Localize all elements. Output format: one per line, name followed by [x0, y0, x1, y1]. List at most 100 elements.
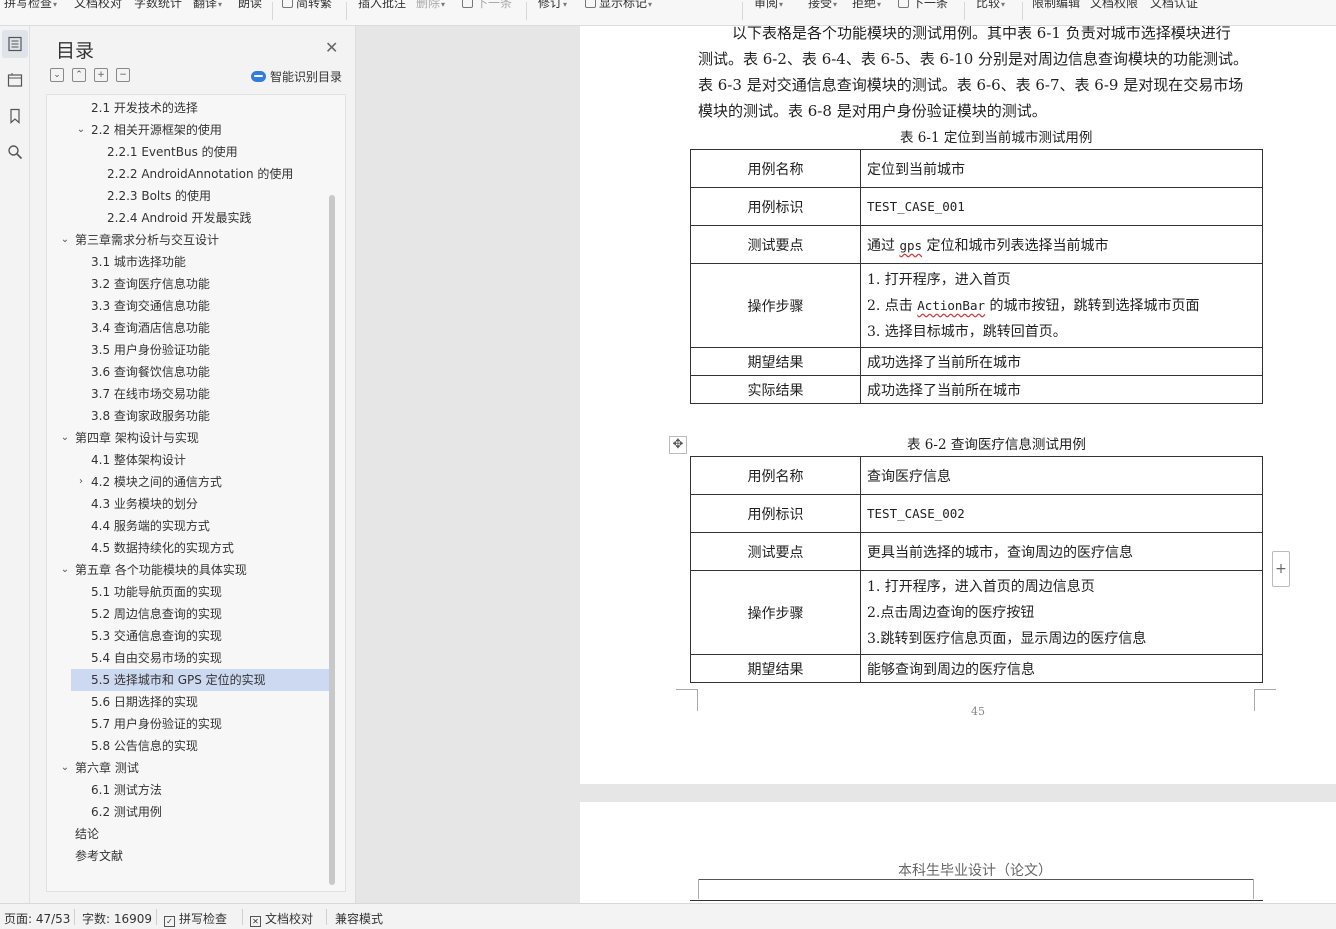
toc-item[interactable]: 5.1 功能导航页面的实现: [47, 581, 329, 603]
toc-item[interactable]: 5.3 交通信息查询的实现: [47, 625, 329, 647]
chevron-down-icon[interactable]: ⌄: [59, 757, 71, 779]
toc-item[interactable]: 5.8 公告信息的实现: [47, 735, 329, 757]
word-count-button[interactable]: 字数统计: [134, 0, 182, 11]
toc-item[interactable]: 2.1 开发技术的选择: [47, 97, 329, 119]
toc-item-label: 2.2.3 Bolts 的使用: [107, 189, 212, 203]
table-row: 用例名称 查询医疗信息: [690, 456, 1263, 495]
toc-item[interactable]: 5.7 用户身份验证的实现: [47, 713, 329, 735]
toc-scrollbar[interactable]: [329, 195, 335, 885]
navigation-panel-button[interactable]: [2, 66, 28, 94]
proofread-toggle[interactable]: ✕ 文档校对: [250, 910, 313, 927]
chevron-down-icon[interactable]: ⌄: [59, 427, 71, 449]
toc-item[interactable]: 参考文献: [47, 845, 329, 867]
toc-item-label: 第五章 各个功能模块的具体实现: [75, 563, 247, 577]
toc-item-label: 4.4 服务端的实现方式: [91, 519, 210, 533]
close-icon[interactable]: ✕: [325, 40, 338, 56]
checkbox-icon: ✓: [164, 916, 175, 927]
table-row: 实际结果 成功选择了当前所在城市: [690, 375, 1263, 404]
toc-item[interactable]: 4.3 业务模块的划分: [47, 493, 329, 515]
table-key-cell: 期望结果: [690, 347, 861, 376]
show-markup-button[interactable]: 显示标记▾: [585, 0, 652, 11]
toc-item[interactable]: 5.4 自由交易市场的实现: [47, 647, 329, 669]
body-paragraph-line: 表 6-3 是对交通信息查询模块的测试。表 6-6、表 6-7、表 6-9 是对…: [698, 76, 1244, 94]
toc-item[interactable]: ⌄ 第四章 架构设计与实现: [47, 427, 329, 449]
accept-button[interactable]: 接受▾: [808, 0, 837, 11]
markup-icon: [585, 0, 596, 8]
toc-item[interactable]: 3.4 查询酒店信息功能: [47, 317, 329, 339]
toc-item[interactable]: ⌄ 第三章需求分析与交互设计: [47, 229, 329, 251]
toc-item[interactable]: 2.2.2 AndroidAnnotation 的使用: [47, 163, 329, 185]
toc-item[interactable]: 结论: [47, 823, 329, 845]
document-permission-button[interactable]: 文档权限: [1090, 0, 1138, 11]
remove-heading-icon[interactable]: −: [116, 68, 130, 82]
toc-item-label: 6.2 测试用例: [91, 805, 162, 819]
smart-toc-button[interactable]: 智能识别目录: [251, 68, 342, 85]
chevron-down-icon[interactable]: ⌄: [75, 119, 87, 141]
page-corner-mark: [1253, 879, 1254, 899]
translate-button[interactable]: 翻译▾: [193, 0, 222, 11]
next-comment-button[interactable]: 下一条: [462, 0, 512, 11]
document-auth-button[interactable]: 文档认证: [1150, 0, 1198, 11]
restrict-editing-button[interactable]: 限制编辑: [1032, 0, 1080, 11]
insert-comment-button[interactable]: 插入批注: [358, 0, 406, 11]
chevron-down-icon[interactable]: ⌄: [59, 229, 71, 251]
toc-item[interactable]: 4.4 服务端的实现方式: [47, 515, 329, 537]
toc-title: 目录: [56, 40, 95, 62]
search-panel-button[interactable]: [2, 138, 28, 166]
track-changes-button[interactable]: 修订▾: [538, 0, 567, 11]
toc-item[interactable]: 4.1 整体架构设计: [47, 449, 329, 471]
toc-item[interactable]: 3.3 查询交通信息功能: [47, 295, 329, 317]
delete-comment-button[interactable]: 删除▾: [416, 0, 445, 11]
table-move-handle[interactable]: ✥: [669, 436, 687, 454]
toc-item[interactable]: ⌄ 第五章 各个功能模块的具体实现: [47, 559, 329, 581]
proofread-icon: ✕: [250, 916, 261, 927]
chevron-right-icon[interactable]: ›: [75, 471, 87, 493]
read-aloud-button[interactable]: 朗读: [238, 0, 262, 11]
toc-item[interactable]: 4.5 数据持续化的实现方式: [47, 537, 329, 559]
test-case-table: 用例名称 查询医疗信息 用例标识 TEST_CASE_002 测试要点 更具当前…: [690, 456, 1263, 683]
table-value-cell: 更具当前选择的城市，查询周边的医疗信息: [860, 532, 1263, 571]
toc-item[interactable]: › 4.2 模块之间的通信方式: [47, 471, 329, 493]
toc-panel-button[interactable]: [2, 30, 28, 58]
toc-item[interactable]: 6.2 测试用例: [47, 801, 329, 823]
toc-item[interactable]: 3.2 查询医疗信息功能: [47, 273, 329, 295]
spell-check-toggle[interactable]: ✓ 拼写检查: [164, 910, 227, 927]
toc-item[interactable]: ⌄ 第六章 测试: [47, 757, 329, 779]
toc-item[interactable]: 5.6 日期选择的实现: [47, 691, 329, 713]
toc-item-label: 2.2 相关开源框架的使用: [91, 123, 222, 137]
word-count-indicator[interactable]: 字数: 16909: [82, 910, 152, 927]
reject-button[interactable]: 拒绝▾: [852, 0, 881, 11]
add-heading-icon[interactable]: +: [94, 68, 108, 82]
simplified-to-traditional-button[interactable]: 简转繁: [282, 0, 332, 11]
spell-check-button[interactable]: 拼写检查▾: [4, 0, 57, 11]
next-change-button[interactable]: 下一条: [898, 0, 948, 11]
proofread-button[interactable]: 文档校对: [74, 0, 122, 11]
compare-button[interactable]: 比较▾: [976, 0, 1005, 11]
table-row: 用例名称 定位到当前城市: [690, 149, 1263, 188]
chevron-down-icon[interactable]: ⌄: [59, 559, 71, 581]
toc-item[interactable]: 3.8 查询家政服务功能: [47, 405, 329, 427]
toc-item-label: 3.4 查询酒店信息功能: [91, 321, 210, 335]
toc-item[interactable]: ⌄ 2.2 相关开源框架的使用: [47, 119, 329, 141]
page-corner-mark: [698, 879, 699, 899]
page-indicator[interactable]: 页面: 47/53: [4, 910, 70, 927]
expand-all-icon[interactable]: ⌄: [50, 68, 64, 82]
toc-item[interactable]: 3.6 查询餐饮信息功能: [47, 361, 329, 383]
add-column-button[interactable]: +: [1272, 551, 1290, 587]
bookmark-panel-button[interactable]: [2, 102, 28, 130]
toc-item[interactable]: 6.1 测试方法: [47, 779, 329, 801]
table-key-cell: 用例名称: [690, 149, 861, 188]
toc-item[interactable]: 3.5 用户身份验证功能: [47, 339, 329, 361]
toc-item[interactable]: 2.2.1 EventBus 的使用: [47, 141, 329, 163]
toc-item[interactable]: 3.7 在线市场交易功能: [47, 383, 329, 405]
toc-item[interactable]: 2.2.3 Bolts 的使用: [47, 185, 329, 207]
toc-item[interactable]: 2.2.4 Android 开发最实践: [47, 207, 329, 229]
toc-item-label: 参考文献: [75, 849, 124, 863]
next-icon: [462, 0, 473, 8]
toc-item[interactable]: 5.2 周边信息查询的实现: [47, 603, 329, 625]
toc-item[interactable]: 3.1 城市选择功能: [47, 251, 329, 273]
toc-item-label: 5.4 自由交易市场的实现: [91, 651, 222, 665]
toc-item[interactable]: 5.5 选择城市和 GPS 定位的实现: [71, 669, 329, 691]
collapse-all-icon[interactable]: ⌃: [72, 68, 86, 82]
review-button[interactable]: 审阅▾: [754, 0, 783, 11]
